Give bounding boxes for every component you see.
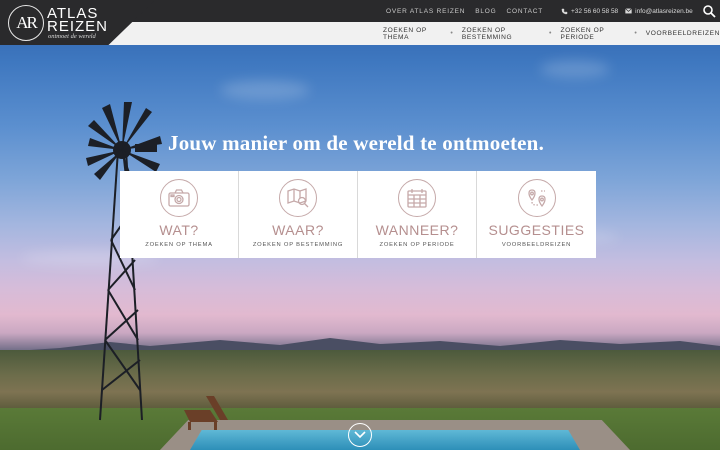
- logo-wordmark[interactable]: ATLAS REIZEN: [47, 6, 109, 35]
- card-where[interactable]: WAAR? ZOEKEN OP BESTEMMING: [239, 171, 358, 258]
- separator-dot: •: [549, 30, 552, 37]
- logo-tagline: ontmoet de wereld: [48, 33, 96, 40]
- search-icon[interactable]: [702, 4, 716, 18]
- card-suggestions[interactable]: SUGGESTIES VOORBEELDREIZEN: [477, 171, 596, 258]
- card-when[interactable]: WANNEER? ZOEKEN OP PERIODE: [358, 171, 477, 258]
- camera-icon: [160, 179, 198, 217]
- cloud: [540, 60, 610, 78]
- hero-headline: Jouw manier om de wereld te ontmoeten.: [168, 131, 545, 155]
- chevron-down-icon: [354, 431, 366, 439]
- scroll-down-button[interactable]: [348, 423, 372, 447]
- card-what[interactable]: WAT? ZOEKEN OP THEMA: [120, 171, 239, 258]
- separator-dot: •: [450, 30, 453, 37]
- logo-monogram[interactable]: AR: [8, 5, 44, 41]
- sub-nav-period[interactable]: ZOEKEN OP PERIODE: [560, 27, 625, 41]
- card-suggestions-subtitle: VOORBEELDREIZEN: [501, 242, 572, 248]
- top-nav: OVER ATLAS REIZEN BLOG CONTACT: [386, 0, 543, 22]
- card-when-title: WANNEER?: [375, 222, 459, 238]
- deck-chairs: [184, 396, 228, 430]
- contact-info: +32 56 60 58 58 info@atlasreizen.be: [561, 0, 693, 22]
- phone-number: +32 56 60 58 58: [571, 7, 619, 15]
- sub-nav-sample-trips[interactable]: VOORBEELDREIZEN: [646, 30, 720, 37]
- sub-nav-theme[interactable]: ZOEKEN OP THEMA: [383, 27, 441, 41]
- cloud: [220, 80, 310, 100]
- phone-icon: [561, 8, 568, 14]
- card-what-title: WAT?: [159, 222, 199, 238]
- logo-line-2: REIZEN: [47, 18, 109, 35]
- email-link[interactable]: info@atlasreizen.be: [625, 8, 693, 15]
- card-where-title: WAAR?: [272, 222, 324, 238]
- card-what-subtitle: ZOEKEN OP THEMA: [145, 242, 213, 248]
- top-nav-contact[interactable]: CONTACT: [506, 8, 543, 15]
- card-when-subtitle: ZOEKEN OP PERIODE: [379, 242, 455, 248]
- search-cards: WAT? ZOEKEN OP THEMA WAAR? ZOEKEN OP BES…: [120, 171, 596, 258]
- top-nav-about[interactable]: OVER ATLAS REIZEN: [386, 8, 465, 15]
- calendar-icon: [398, 179, 436, 217]
- card-suggestions-title: SUGGESTIES: [488, 222, 585, 238]
- sub-nav-destination[interactable]: ZOEKEN OP BESTEMMING: [462, 27, 540, 41]
- swimming-pool: [190, 430, 580, 450]
- phone-link[interactable]: +32 56 60 58 58: [561, 8, 618, 15]
- card-where-subtitle: ZOEKEN OP BESTEMMING: [252, 242, 344, 248]
- route-pins-icon: [517, 179, 556, 217]
- windmill-silhouette: [86, 102, 162, 421]
- map-search-icon: [279, 179, 317, 217]
- sub-nav: ZOEKEN OP THEMA • ZOEKEN OP BESTEMMING •…: [383, 22, 720, 45]
- top-nav-blog[interactable]: BLOG: [475, 8, 496, 15]
- separator-dot: •: [634, 30, 637, 37]
- email-address: info@atlasreizen.be: [635, 7, 693, 15]
- envelope-icon: [625, 8, 633, 14]
